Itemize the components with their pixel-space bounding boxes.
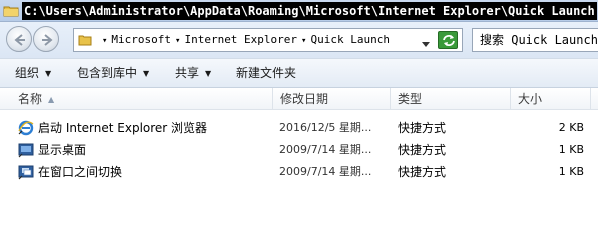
organize-label: 组织 [15, 66, 40, 80]
switch-windows-icon [18, 164, 34, 180]
file-type: 快捷方式 [398, 165, 447, 179]
breadcrumb: ▾ Microsoft ▾ Internet Explorer ▾ Quick Launc… [98, 29, 390, 51]
file-name: 启动 Internet Explorer 浏览器 [38, 121, 208, 135]
include-in-library-button[interactable]: 包含到库中 ▼ [77, 59, 149, 88]
refresh-button[interactable] [438, 31, 458, 49]
file-size: 1 KB [558, 143, 584, 156]
column-header-type[interactable]: 类型 [391, 88, 511, 110]
chevron-down-icon: ▼ [45, 69, 52, 78]
column-header-name-label: 名称 [18, 92, 43, 106]
file-row[interactable]: 启动 Internet Explorer 浏览器 2016/12/5 星期...… [0, 117, 598, 139]
file-date: 2009/7/14 星期... [279, 143, 372, 156]
command-bar: 组织 ▼ 包含到库中 ▼ 共享 ▼ 新建文件夹 [0, 58, 598, 88]
include-in-library-label: 包含到库中 [77, 66, 138, 80]
organize-button[interactable]: 组织 ▼ [15, 59, 51, 88]
share-label: 共享 [175, 66, 200, 80]
show-desktop-icon [18, 142, 34, 158]
file-name: 在窗口之间切换 [38, 165, 123, 179]
internet-explorer-icon [18, 120, 34, 136]
file-name: 显示桌面 [38, 143, 87, 157]
search-box[interactable] [472, 28, 598, 52]
address-bar[interactable]: ▾ Microsoft ▾ Internet Explorer ▾ Quick Launc… [73, 28, 463, 52]
search-input[interactable] [473, 29, 598, 51]
forward-arrow-icon [42, 34, 53, 46]
window-title: C:\Users\Administrator\AppData\Roaming\M… [22, 2, 597, 20]
back-button[interactable] [6, 26, 32, 52]
back-arrow-icon [14, 34, 25, 46]
new-folder-label: 新建文件夹 [236, 66, 297, 80]
column-header-date-modified[interactable]: 修改日期 [273, 88, 391, 110]
file-row[interactable]: 在窗口之间切换 2009/7/14 星期... 快捷方式 1 KB [0, 161, 598, 183]
sort-ascending-icon: ▲ [48, 94, 55, 104]
breadcrumb-quick-launch[interactable]: Quick Launch [310, 33, 389, 46]
title-bar: C:\Users\Administrator\AppData\Roaming\M… [0, 0, 598, 22]
folder-icon [3, 3, 19, 19]
file-size: 2 KB [558, 121, 584, 134]
file-size: 1 KB [558, 165, 584, 178]
address-dropdown-icon[interactable] [422, 37, 430, 51]
address-row: ▾ Microsoft ▾ Internet Explorer ▾ Quick Launc… [0, 22, 598, 58]
column-header-type-label: 类型 [398, 92, 423, 106]
refresh-icon [443, 35, 455, 46]
forward-button[interactable] [33, 26, 59, 52]
file-type: 快捷方式 [398, 143, 447, 157]
file-date: 2016/12/5 星期... [279, 121, 372, 134]
file-type: 快捷方式 [398, 121, 447, 135]
file-date: 2009/7/14 星期... [279, 165, 372, 178]
address-folder-icon [78, 33, 92, 50]
share-button[interactable]: 共享 ▼ [175, 59, 211, 88]
breadcrumb-separator-icon[interactable]: ▾ [102, 30, 107, 52]
breadcrumb-separator-icon[interactable]: ▾ [175, 30, 180, 52]
chevron-down-icon: ▼ [205, 69, 212, 78]
column-header-name[interactable]: 名称 ▲ [11, 88, 273, 110]
column-header-date-label: 修改日期 [280, 92, 329, 106]
new-folder-button[interactable]: 新建文件夹 [236, 59, 296, 88]
breadcrumb-separator-icon[interactable]: ▾ [301, 30, 306, 52]
chevron-down-icon: ▼ [143, 69, 150, 78]
breadcrumb-internet-explorer[interactable]: Internet Explorer [184, 33, 297, 46]
column-header-size-label: 大小 [518, 92, 543, 106]
file-row[interactable]: 显示桌面 2009/7/14 星期... 快捷方式 1 KB [0, 139, 598, 161]
column-headers: 名称 ▲ 修改日期 类型 大小 [0, 88, 598, 110]
column-header-size[interactable]: 大小 [511, 88, 591, 110]
breadcrumb-microsoft[interactable]: Microsoft [111, 33, 171, 46]
